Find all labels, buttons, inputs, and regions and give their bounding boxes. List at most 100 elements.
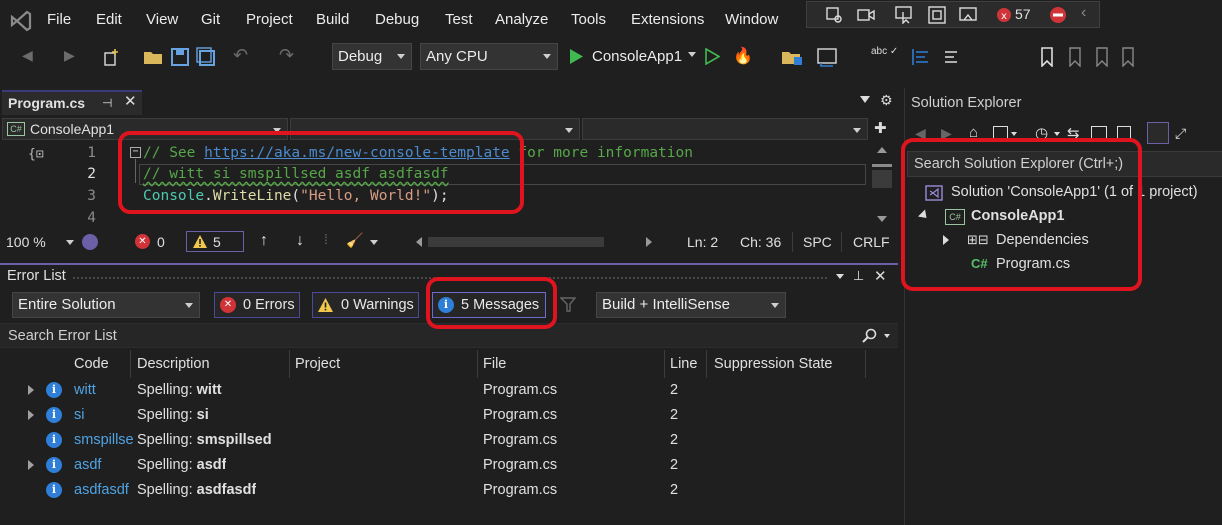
copilot-icon[interactable] <box>82 234 98 250</box>
scroll-right-icon[interactable] <box>646 237 652 247</box>
platform-dropdown[interactable]: Any CPU <box>420 43 558 70</box>
video-camera-icon[interactable] <box>857 6 875 24</box>
select-element-icon[interactable] <box>825 6 843 24</box>
issues-icon[interactable]: x <box>995 6 1013 24</box>
previous-bookmark-icon[interactable] <box>1068 47 1084 67</box>
scope-dropdown[interactable]: Entire Solution <box>12 292 200 318</box>
expand-row-icon[interactable] <box>28 385 34 395</box>
table-row[interactable]: i asdfasdf Spelling: asdfasdf Program.cs… <box>0 478 898 503</box>
solution-folder-icon[interactable] <box>781 47 803 67</box>
menu-window[interactable]: Window <box>725 11 778 28</box>
menu-extensions[interactable]: Extensions <box>631 11 704 28</box>
search-error-list-input[interactable]: Search Error List <box>8 328 117 344</box>
save-all-icon[interactable] <box>196 47 216 67</box>
code-cell[interactable]: smspillse <box>74 432 136 448</box>
column-header-code[interactable]: Code <box>74 356 109 372</box>
uncomment-icon[interactable] <box>940 47 960 67</box>
menu-git[interactable]: Git <box>201 11 220 28</box>
start-without-debugging-icon[interactable] <box>704 48 720 65</box>
editor-vertical-scrollbar[interactable] <box>872 142 892 230</box>
menu-edit[interactable]: Edit <box>96 11 122 28</box>
column-divider[interactable] <box>289 350 290 378</box>
column-header-file[interactable]: File <box>483 356 506 372</box>
scrollbar-thumb[interactable] <box>872 170 892 188</box>
close-tab-icon[interactable]: ✕ <box>124 91 137 113</box>
code-cell[interactable]: si <box>74 407 130 423</box>
menu-test[interactable]: Test <box>445 11 473 28</box>
split-window-icon[interactable]: ✚ <box>874 119 887 137</box>
scroll-up-icon[interactable] <box>877 147 887 153</box>
member-scope-dropdown[interactable] <box>582 118 868 140</box>
navigate-forward-icon[interactable]: ▶ <box>64 47 75 64</box>
pin-tab-icon[interactable]: ⊣ <box>102 92 112 114</box>
properties-icon[interactable] <box>1147 122 1169 144</box>
zoom-level[interactable]: 100 % <box>6 234 46 250</box>
line-ending-mode[interactable]: CRLF <box>853 234 890 250</box>
filter-dropdown-icon[interactable] <box>1054 132 1060 136</box>
column-divider[interactable] <box>706 350 707 378</box>
next-issue-icon[interactable]: ↓ <box>296 232 304 250</box>
stop-debugging-icon[interactable] <box>1049 6 1067 24</box>
preview-selected-icon[interactable]: ⤢ <box>1175 125 1186 142</box>
tab-program-cs[interactable]: Program.cs ⊣ ✕ <box>2 90 142 115</box>
visual-studio-logo-icon[interactable] <box>8 8 34 34</box>
issues-count[interactable]: 57 <box>1015 6 1031 22</box>
bookmark-icon[interactable] <box>1040 47 1054 67</box>
filter-icon[interactable] <box>560 296 580 314</box>
start-target-label[interactable]: ConsoleApp1 <box>592 48 682 65</box>
column-header-line[interactable]: Line <box>670 356 697 372</box>
expand-row-icon[interactable] <box>28 410 34 420</box>
frame-icon[interactable] <box>928 6 946 24</box>
scroll-down-icon[interactable] <box>877 216 887 222</box>
collapse-toolbox-icon[interactable]: ‹ <box>1081 4 1086 22</box>
menu-view[interactable]: View <box>146 11 178 28</box>
new-project-icon[interactable] <box>103 47 123 67</box>
menu-tools[interactable]: Tools <box>571 11 606 28</box>
table-row[interactable]: i si Spelling: si Program.cs 2 <box>0 403 898 428</box>
switch-views-dropdown-icon[interactable] <box>1011 132 1017 136</box>
next-bookmark-icon[interactable] <box>1095 47 1111 67</box>
table-row[interactable]: i asdf Spelling: asdf Program.cs 2 <box>0 453 898 478</box>
horizontal-scrollbar-thumb[interactable] <box>428 237 604 247</box>
column-header-suppression-state[interactable]: Suppression State <box>714 356 833 372</box>
column-divider[interactable] <box>130 350 131 378</box>
previous-issue-icon[interactable]: ↑ <box>260 232 268 250</box>
navigate-back-icon[interactable]: ◀ <box>22 47 33 64</box>
menu-file[interactable]: File <box>47 11 71 28</box>
code-cell[interactable]: asdfasdf <box>74 482 136 498</box>
hot-reload-icon[interactable]: 🔥 <box>733 46 753 66</box>
search-icon[interactable] <box>862 328 878 344</box>
open-folder-icon[interactable] <box>143 47 163 67</box>
search-options-icon[interactable] <box>884 334 890 338</box>
expand-row-icon[interactable] <box>28 460 34 470</box>
configuration-dropdown[interactable]: Debug <box>332 43 412 70</box>
table-row[interactable]: i smspillse Spelling: smspillsed Program… <box>0 428 898 453</box>
menu-debug[interactable]: Debug <box>375 11 419 28</box>
column-position[interactable]: Ch: 36 <box>740 234 781 250</box>
column-header-project[interactable]: Project <box>295 356 340 372</box>
save-icon[interactable] <box>170 47 190 67</box>
tab-list-dropdown-icon[interactable] <box>860 96 870 103</box>
code-structure-icon[interactable]: {⊡ <box>28 147 44 162</box>
zoom-dropdown-icon[interactable] <box>66 240 74 245</box>
code-cleanup-broom-icon[interactable]: 🧹 <box>346 232 363 249</box>
table-row[interactable]: i witt Spelling: witt Program.cs 2 <box>0 378 898 403</box>
column-divider[interactable] <box>477 350 478 378</box>
close-panel-icon[interactable]: ✕ <box>874 267 887 285</box>
column-divider[interactable] <box>664 350 665 378</box>
code-cleanup-dropdown-icon[interactable] <box>370 240 378 245</box>
line-position[interactable]: Ln: 2 <box>687 234 718 250</box>
menu-build[interactable]: Build <box>316 11 349 28</box>
whitespace-mode[interactable]: SPC <box>803 234 832 250</box>
code-cell[interactable]: witt <box>74 382 130 398</box>
spell-check-icon[interactable]: abc ✓ <box>871 46 898 57</box>
start-debugging-icon[interactable] <box>568 48 584 65</box>
layout-adorner-icon[interactable] <box>959 6 977 24</box>
build-source-dropdown[interactable]: Build + IntelliSense <box>596 292 786 318</box>
column-divider[interactable] <box>865 350 866 378</box>
scroll-left-icon[interactable] <box>416 237 422 247</box>
redo-icon[interactable]: ↷ <box>279 45 294 66</box>
window-position-dropdown-icon[interactable] <box>836 274 844 279</box>
warning-count-button[interactable]: 5 <box>186 231 244 252</box>
menu-analyze[interactable]: Analyze <box>495 11 548 28</box>
